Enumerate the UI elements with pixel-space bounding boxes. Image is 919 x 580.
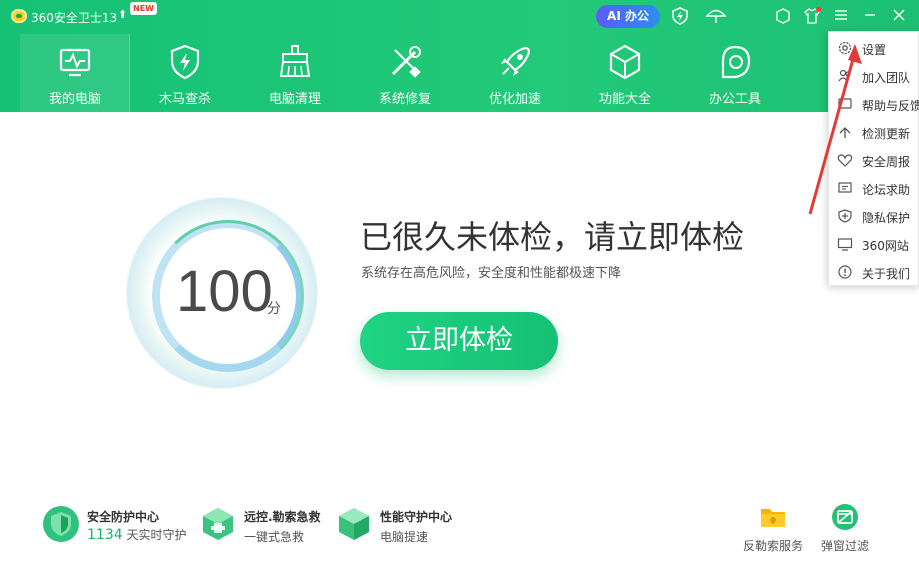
protection-shield-icon[interactable]: [671, 7, 689, 25]
menu-label: 帮助与反馈: [862, 99, 919, 113]
security-center-title: 安全防护中心: [87, 510, 160, 524]
protect-days-suffix: 天实时守护: [122, 528, 187, 542]
main-nav: 我的电脑 木马查杀 电脑清理 系统修复 优化加速 功能大全 办公工具 软: [20, 34, 919, 112]
nav-label: 电脑清理: [268, 92, 321, 107]
status-subline: 系统存在高危风险，安全度和性能都极速下降: [361, 266, 622, 281]
menu-item-about[interactable]: 关于我们: [829, 258, 919, 286]
header-bar: 360安全卫士13 ⬆ NEW AI 办公 我的电脑 木马查杀 电脑清理 系统修…: [0, 0, 919, 112]
skin-icon[interactable]: [774, 7, 792, 25]
title-bar: 360安全卫士13 ⬆ NEW AI 办公: [0, 0, 919, 32]
nav-label: 系统修复: [378, 92, 431, 107]
nav-item-cleanup[interactable]: 电脑清理: [240, 34, 350, 112]
rocket-icon: [501, 46, 531, 76]
office-icon: [721, 45, 751, 79]
ai-office-button[interactable]: AI 办公: [596, 5, 660, 28]
nav-label: 木马查杀: [158, 92, 211, 107]
menu-item-360-website[interactable]: 360网站: [829, 230, 919, 258]
nav-label: 我的电脑: [48, 92, 101, 107]
performance-sub: 电脑提速: [380, 530, 429, 544]
popup-filter-label: 弹窗过滤: [820, 539, 869, 553]
remote-rescue-sub: 一键式急救: [244, 530, 305, 544]
rescue-box-icon: [203, 508, 233, 540]
app-title: 360安全卫士13: [31, 11, 118, 25]
nav-label: 办公工具: [708, 92, 761, 107]
anti-ransom-service[interactable]: 反勒索服务: [738, 503, 808, 554]
notification-dot: [816, 7, 821, 12]
menu-icon[interactable]: [832, 7, 850, 25]
nav-label: 功能大全: [598, 92, 651, 107]
monitor-icon: [837, 238, 853, 251]
monitor-icon: [59, 48, 91, 77]
nav-item-features[interactable]: 功能大全: [570, 34, 680, 112]
anti-ransom-label: 反勒索服务: [742, 539, 803, 553]
nav-item-system-repair[interactable]: 系统修复: [350, 34, 460, 112]
performance-cube-icon: [339, 508, 369, 540]
security-shield-icon: [43, 506, 79, 542]
nav-item-my-computer[interactable]: 我的电脑: [20, 34, 130, 112]
close-icon[interactable]: [890, 7, 908, 25]
shield-bolt-icon: [170, 44, 200, 80]
minimize-icon[interactable]: [861, 7, 879, 25]
menu-label: 360网站: [862, 239, 909, 253]
app-logo-icon: [11, 9, 27, 23]
protect-days-count: 1134: [87, 527, 123, 543]
new-badge: NEW: [130, 2, 157, 15]
remote-rescue-title: 远控.勒索急救: [244, 510, 321, 524]
umbrella-icon[interactable]: [705, 7, 727, 25]
annotation-arrow: [808, 44, 862, 215]
nav-item-optimize[interactable]: 优化加速: [460, 34, 570, 112]
info-icon: [838, 265, 852, 279]
upgrade-arrow-icon[interactable]: ⬆: [118, 8, 127, 21]
folder-lock-icon: [761, 509, 785, 527]
menu-label: 关于我们: [862, 267, 911, 281]
cube-icon: [609, 44, 641, 80]
nav-label: 优化加速: [488, 92, 541, 107]
performance-title: 性能守护中心: [380, 510, 453, 524]
nav-item-trojan-scan[interactable]: 木马查杀: [130, 34, 240, 112]
broom-icon: [279, 45, 311, 77]
status-headline: 已很久未体检，请立即体检: [360, 218, 745, 256]
popup-block-icon: [832, 504, 858, 530]
popup-filter[interactable]: 弹窗过滤: [810, 503, 880, 554]
score-unit: 分: [267, 301, 281, 317]
start-checkup-button[interactable]: 立即体检: [360, 312, 558, 370]
nav-item-office-tools[interactable]: 办公工具: [680, 34, 790, 112]
health-score: 100: [176, 259, 273, 324]
wrench-screwdriver-icon: [391, 46, 421, 78]
security-center-sub: 1134 天实时守护: [87, 526, 186, 543]
